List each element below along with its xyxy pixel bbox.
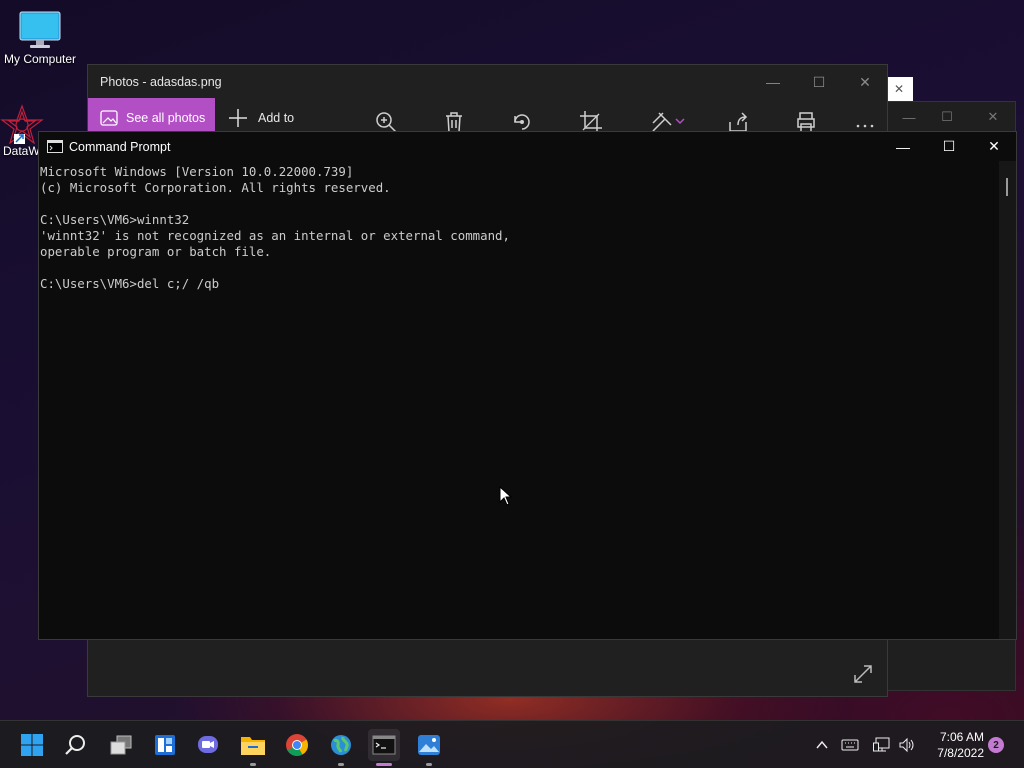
photos-app-button[interactable]: [413, 729, 445, 766]
clock-date: 7/8/2022: [937, 746, 984, 760]
scrollbar-thumb[interactable]: [1006, 178, 1008, 196]
taskbar: 7:06 AM 7/8/2022 2: [0, 720, 1024, 768]
volume-icon: [899, 737, 914, 753]
search-icon: [65, 735, 85, 755]
console-line: 'winnt32' is not recognized as an intern…: [40, 228, 510, 243]
file-explorer-icon: [241, 737, 265, 755]
close-button[interactable]: ✕: [970, 102, 1016, 132]
maximize-button[interactable]: ☐: [796, 65, 842, 99]
command-prompt-window[interactable]: Command Prompt — ☐ ✕ Microsoft Windows […: [38, 131, 1017, 640]
globe-icon: [331, 735, 351, 755]
close-button[interactable]: ✕: [971, 132, 1017, 161]
console-line: Microsoft Windows [Version 10.0.22000.73…: [40, 164, 354, 179]
minimize-button[interactable]: —: [750, 65, 796, 99]
terminal-icon: [372, 735, 396, 755]
start-icon: [21, 734, 43, 756]
chrome-icon: [286, 734, 308, 756]
plus-icon: [229, 109, 247, 127]
network-icon: [873, 737, 890, 752]
widgets-icon: [155, 735, 175, 755]
maximize-button[interactable]: ☐: [926, 132, 972, 161]
fullscreen-icon[interactable]: [851, 662, 875, 686]
start-button[interactable]: [16, 729, 48, 761]
console-line: (c) Microsoft Corporation. All rights re…: [40, 180, 391, 195]
task-view-icon: [110, 735, 132, 755]
see-all-label: See all photos: [126, 111, 206, 125]
keyboard-icon: [841, 739, 859, 751]
chat-button[interactable]: [192, 729, 224, 761]
desktop-icon-label: My Computer: [3, 52, 77, 66]
add-to-label: Add to: [258, 111, 295, 125]
cmd-title: Command Prompt: [69, 139, 171, 154]
minimize-button[interactable]: —: [880, 132, 926, 161]
volume-button[interactable]: [897, 735, 917, 755]
cmd-icon: [47, 140, 63, 153]
system-clock[interactable]: 7:06 AM 7/8/2022: [928, 729, 984, 761]
photos-icon: [418, 735, 440, 755]
console-line: C:\Users\VM6>winnt32: [40, 212, 190, 227]
notification-badge[interactable]: 2: [988, 737, 1004, 753]
running-indicator: [426, 763, 432, 766]
desktop-icon-my-computer[interactable]: My Computer: [0, 10, 80, 66]
keyboard-button[interactable]: [840, 735, 860, 755]
console-line: ​: [40, 260, 1000, 276]
search-button[interactable]: [60, 729, 92, 761]
running-indicator: [338, 763, 344, 766]
terminal-button[interactable]: [368, 729, 400, 766]
network-button[interactable]: [872, 735, 892, 755]
task-view-button[interactable]: [105, 729, 137, 761]
console-line: C:\Users\VM6>del c;/ /qb: [40, 276, 220, 291]
cmd-titlebar[interactable]: Command Prompt: [39, 132, 1016, 161]
chrome-button[interactable]: [281, 729, 313, 761]
photos-icon: [100, 110, 118, 126]
file-explorer-button[interactable]: [237, 729, 269, 766]
active-indicator: [376, 763, 392, 766]
vertical-scrollbar[interactable]: [999, 161, 1016, 639]
mouse-cursor-icon: [499, 486, 513, 506]
show-hidden-icons-button[interactable]: [812, 735, 832, 755]
maximize-button[interactable]: ☐: [924, 102, 970, 132]
widgets-button[interactable]: [149, 729, 181, 761]
running-indicator: [250, 763, 256, 766]
chevron-up-icon: [816, 740, 828, 749]
globe-app-button[interactable]: [325, 729, 357, 766]
console-line: operable program or batch file.: [40, 244, 272, 259]
close-button[interactable]: ✕: [842, 65, 888, 99]
chat-icon: [198, 736, 218, 753]
console-line: ​: [40, 196, 1000, 212]
clock-time: 7:06 AM: [939, 730, 984, 744]
monitor-icon: [19, 11, 61, 48]
console-output[interactable]: Microsoft Windows [Version 10.0.22000.73…: [40, 164, 1000, 634]
partial-close-button[interactable]: ✕: [885, 77, 913, 101]
